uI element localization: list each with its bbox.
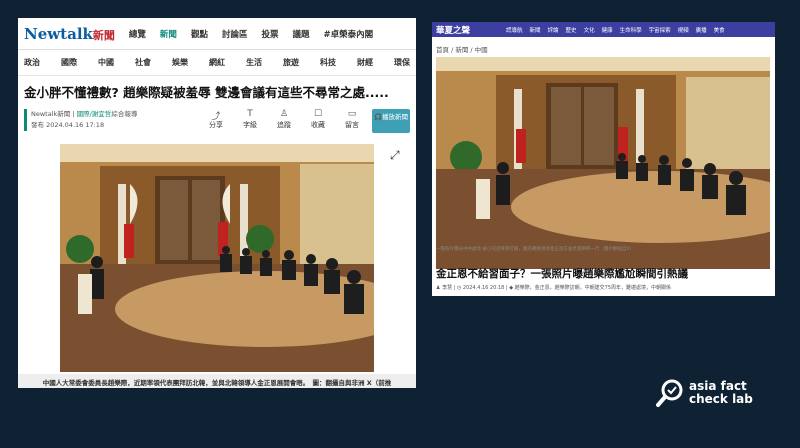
nav-item-news[interactable]: 新聞 [160,28,177,40]
byline-source: Newtalk新聞 | [31,110,77,118]
category-tech[interactable]: 科技 [320,57,336,68]
bookmark-icon: ☐ [313,109,323,119]
ct-nav-item[interactable]: 文化 [584,26,595,34]
ct-nav-item[interactable]: 評論 [548,26,559,34]
category-environment[interactable]: 環保 [394,57,410,68]
ct-headline: 金正恩不給習面子？一張照片曝趙樂際尷尬瞬間引熱議 [436,268,688,280]
newtalk-category-bar: 政治 國際 中國 社會 娛樂 網紅 生活 旅遊 科技 財經 環保 [18,50,416,76]
play-news-label: 播放新聞 [382,113,409,121]
newtalk-logo-cn: 新聞 [92,28,115,42]
bookmark-label: 收藏 [311,121,325,129]
headphones-icon: 🎧 [373,113,383,121]
ct-meta: ♟ 李慧 | ◷ 2024.4.16 20:18 | ◆ 趙樂際，金正恩，趙樂際… [436,285,671,291]
comment-button[interactable]: ▭ 留言 [338,109,366,130]
byline-suffix: 綜合報導 [111,110,138,118]
ct-logo[interactable]: 華夏之聲 [436,24,506,36]
font-size-icon: T [247,109,253,119]
breadcrumb[interactable]: 首頁 / 新聞 / 中國 [432,37,775,58]
share-icon: ⤴ [211,112,221,122]
chinatimes-screenshot: 華夏之聲 謊導航 新聞 評論 歷史 文化 健康 生命科學 宇宙探索 視頻 廣播 … [432,22,775,296]
font-size-label: 字級 [243,121,257,129]
follow-button[interactable]: ♙ 追蹤 [270,109,298,130]
share-button[interactable]: ⤴ 分享 [202,109,230,130]
newtalk-logo-text: Newtalk [24,24,93,43]
nav-item-opinion[interactable]: 觀點 [191,28,208,40]
category-travel[interactable]: 旅遊 [283,57,299,68]
category-influencer[interactable]: 網紅 [209,57,225,68]
follow-label: 追蹤 [277,121,291,129]
ct-nav-item[interactable]: 視頻 [678,26,689,34]
comment-icon: ▭ [347,109,357,119]
nav-item-topics[interactable]: 議題 [292,28,309,40]
bookmark-button[interactable]: ☐ 收藏 [304,109,332,130]
ct-photo-caption: 一張照片曝光中共處境 被小兄弟摔晾打臉，圖為朝鮮領導金正恩在會見趙樂際一行（圖片… [436,247,635,252]
nav-item-cabinet-tag[interactable]: #卓榮泰內閣 [324,28,374,40]
ct-nav-item[interactable]: 宇宙探索 [649,26,671,34]
publish-date: 發布 2024.04.16 17:18 [31,121,105,129]
nav-item-forum[interactable]: 討論區 [222,28,248,40]
category-china[interactable]: 中國 [98,57,114,68]
nav-item-vote[interactable]: 投票 [261,28,278,40]
follow-icon: ♙ [279,109,289,119]
ct-nav-item[interactable]: 生命科學 [620,26,642,34]
ct-nav-item[interactable]: 新聞 [530,26,541,34]
nav-item-overview[interactable]: 總覽 [129,28,146,40]
category-international[interactable]: 國際 [61,57,77,68]
afcl-line2: check lab [689,392,753,406]
magnifier-icon [656,379,683,407]
afcl-wordmark: asia fact check lab [689,380,753,406]
category-entertainment[interactable]: 娛樂 [172,57,188,68]
byline-author-link[interactable]: 國際/謝宜哲 [77,110,112,118]
article-toolbar: ⤴ 分享 T 字級 ♙ 追蹤 ☐ 收藏 ▭ 留言 🎧播放新聞 [202,109,410,133]
newtalk-screenshot: Newtalk新聞 總覽 新聞 觀點 討論區 投票 議題 #卓榮泰內閣 政治 國… [18,18,416,388]
newtalk-headline: 金小胖不懂禮數? 趙樂際疑被羞辱 雙邊會議有這些不尋常之處..... [24,85,389,100]
category-life[interactable]: 生活 [246,57,262,68]
newtalk-meta-row: Newtalk新聞 | 國際/謝宜哲綜合報導 發布 2024.04.16 17:… [18,107,416,139]
newtalk-logo[interactable]: Newtalk新聞 [24,25,115,43]
category-finance[interactable]: 財經 [357,57,373,68]
ct-nav-item[interactable]: 健康 [602,26,613,34]
font-size-button[interactable]: T 字級 [236,109,264,130]
category-society[interactable]: 社會 [135,57,151,68]
expand-icon[interactable]: ⤢ [390,148,400,163]
meeting-photo [60,144,374,372]
photo-caption: 中國人大常委會委員長趙樂際，近期率領代表團拜訪北韓，並與北韓領導人金正恩展開會晤… [18,374,416,388]
comment-label: 留言 [345,121,359,129]
asia-fact-check-lab-logo: asia fact check lab [655,378,753,408]
ct-nav-item[interactable]: 歷史 [566,26,577,34]
ct-nav-item[interactable]: 謊導航 [506,26,523,34]
category-politics[interactable]: 政治 [24,57,40,68]
ct-nav-item[interactable]: 廣播 [696,26,707,34]
newtalk-top-nav: Newtalk新聞 總覽 新聞 觀點 討論區 投票 議題 #卓榮泰內閣 [18,18,416,50]
ct-top-nav: 華夏之聲 謊導航 新聞 評論 歷史 文化 健康 生命科學 宇宙探索 視頻 廣播 … [432,22,775,37]
share-label: 分享 [209,121,223,129]
newtalk-byline: Newtalk新聞 | 國際/謝宜哲綜合報導 發布 2024.04.16 17:… [24,109,184,131]
meeting-photo-right [436,57,770,269]
play-news-button[interactable]: 🎧播放新聞 [372,109,410,133]
ct-nav-item[interactable]: 美食 [714,26,725,34]
